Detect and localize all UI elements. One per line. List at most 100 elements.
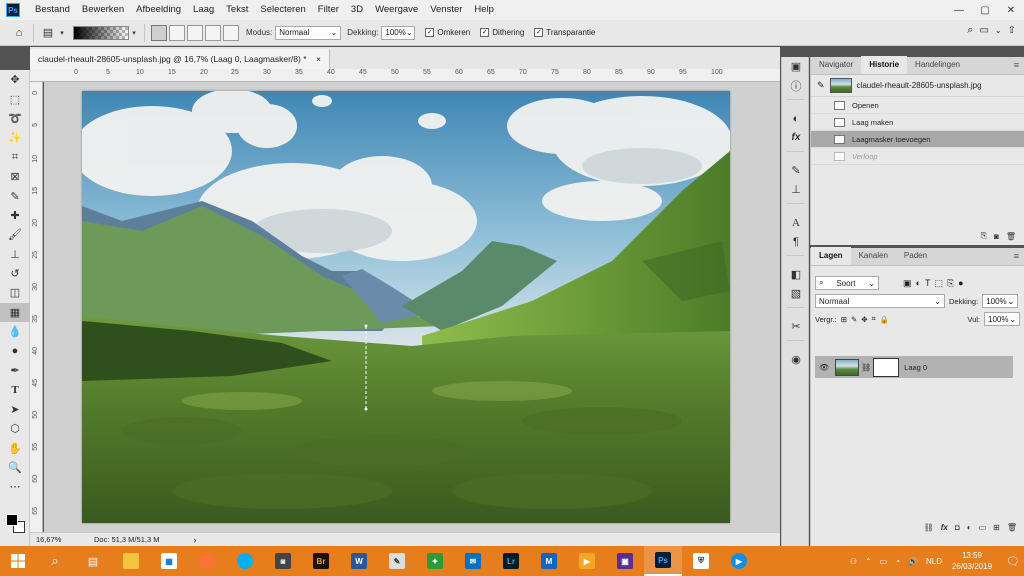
chevron-down-icon[interactable]: ⌄ [995,26,1002,35]
history-source-checkbox[interactable] [817,152,826,161]
menu-afbeelding[interactable]: Afbeelding [130,0,187,20]
magic-wand-tool-icon[interactable]: ✨ [0,128,30,147]
menu-bewerken[interactable]: Bewerken [76,0,130,20]
gradient-tool-icon[interactable]: ▦ [0,302,30,323]
folder-icon[interactable]: ▭ [979,523,987,532]
blur-tool-icon[interactable]: 💧 [0,322,30,341]
status-menu-arrow-icon[interactable]: › [193,535,196,545]
history-source-checkbox[interactable] [817,135,826,144]
lock-transparent-icon[interactable]: ⊞ [841,315,847,324]
clone-stamp-tool-icon[interactable]: ⊥ [0,245,30,264]
color-icon[interactable]: ◐ [782,109,810,128]
brush-tool-icon[interactable]: 🖌 [0,225,30,244]
type-tool-icon[interactable]: T [0,380,30,399]
task-view-icon[interactable]: ▤ [74,546,112,576]
filter-shape-icon[interactable]: ⬚ [934,278,943,289]
skype-icon[interactable] [226,546,264,576]
media-player-icon[interactable]: ▶ [568,546,606,576]
transparency-checkbox[interactable]: ✓ [534,28,544,37]
gradient-dropdown-icon[interactable]: ▾ [129,24,139,42]
horizontal-ruler[interactable]: 0 5 10 15 20 25 30 35 40 45 50 55 60 65 … [30,69,780,82]
lock-artboard-icon[interactable]: ⌗ [872,314,876,324]
photoshop-logo-icon[interactable]: Ps [6,3,20,17]
eyedropper-tool-icon[interactable]: ✎ [0,186,30,205]
marquee-tool-icon[interactable]: ⬚ [0,89,30,108]
path-selection-tool-icon[interactable]: ➤ [0,400,30,419]
workspace-icon[interactable]: ▭ [979,25,988,36]
file-explorer-icon[interactable] [112,546,150,576]
filter-pixel-icon[interactable]: ▣ [903,278,912,289]
fx-icon[interactable]: fx [941,523,948,532]
people-icon[interactable]: ⚇ [850,557,857,566]
eraser-tool-icon[interactable]: ◫ [0,283,30,302]
chevron-down-icon[interactable]: ▾ [57,24,67,42]
new-document-from-state-icon[interactable]: ⎘ [981,231,987,241]
eye-icon[interactable]: 👁 [819,363,831,372]
mode-select[interactable]: Normaal ⌄ [275,25,342,40]
photoshop-taskbar-icon[interactable]: Ps [644,546,682,576]
document-image[interactable] [82,91,730,523]
paragraph-icon[interactable]: ¶ [782,232,810,251]
info-icon[interactable]: ⓘ [782,76,810,95]
menu-laag[interactable]: Laag [187,0,220,20]
firefox-icon[interactable] [188,546,226,576]
outlook-icon[interactable]: ✉ [454,546,492,576]
history-item[interactable]: Laag maken [811,114,1024,131]
fill-field[interactable]: 100% ⌄ [984,312,1020,326]
vertical-ruler[interactable]: 0 5 10 15 20 25 30 35 40 45 50 55 60 65 [30,82,43,532]
history-item-future[interactable]: Verloop [811,148,1024,165]
lasso-tool-icon[interactable]: ➰ [0,109,30,128]
menu-help[interactable]: Help [468,0,500,20]
battery-icon[interactable]: ▭ [880,557,888,566]
hand-tool-icon[interactable]: ✋ [0,438,30,457]
history-source-checkbox[interactable] [817,118,826,127]
tool-presets-icon[interactable]: ✂ [782,317,810,336]
restore-button[interactable]: ▢ [972,0,998,20]
tab-history[interactable]: Historie [861,56,908,74]
reverse-checkbox[interactable]: ✓ [425,28,435,37]
minimize-button[interactable]: — [946,0,972,20]
dither-checkbox[interactable]: ✓ [480,28,490,37]
volume-icon[interactable]: 🔊 [908,557,918,566]
radial-gradient-button[interactable] [169,24,185,41]
mask-icon[interactable]: ◘ [955,523,960,532]
green-app-icon[interactable]: ✦ [416,546,454,576]
crop-tool-icon[interactable]: ⌗ [0,148,30,167]
windows-start-icon[interactable] [0,546,36,576]
lightroom-icon[interactable]: Lr [492,546,530,576]
brush-settings-icon[interactable]: ✎ [782,161,810,180]
styles-icon[interactable]: ▧ [782,284,810,303]
fx-icon[interactable]: fx [782,128,810,147]
store-icon[interactable]: ▦ [150,546,188,576]
notifications-icon[interactable]: 🗨 [1006,555,1020,568]
frame-tool-icon[interactable]: ⊠ [0,167,30,186]
shape-tool-icon[interactable]: ⬡ [0,419,30,438]
tab-layers[interactable]: Lagen [811,247,851,265]
trash-icon[interactable]: 🗑 [1007,523,1017,532]
more-tools-icon[interactable]: ⋯ [0,477,30,496]
clock[interactable]: 13:59 26/03/2019 [952,550,992,572]
search-icon[interactable]: ⌕ [967,24,973,37]
tab-channels[interactable]: Kanalen [851,247,896,265]
pen-tool-icon[interactable]: ✒ [0,361,30,380]
link-icon[interactable]: ⛓ [924,523,934,532]
layer-thumbnail[interactable] [835,358,859,376]
zoom-tool-icon[interactable]: 🔍 [0,458,30,477]
filter-type-icon[interactable]: T [925,278,931,288]
layer-opacity-field[interactable]: 100% ⌄ [982,294,1019,308]
adjustments-icon[interactable]: ◧ [782,265,810,284]
lock-all-icon[interactable]: 🔒 [880,315,889,324]
clone-source-icon[interactable]: ⊥ [782,180,810,199]
lock-position-icon[interactable]: ✥ [861,315,867,324]
menu-selecteren[interactable]: Selecteren [254,0,311,20]
filter-adjustment-icon[interactable]: ◐ [916,278,921,288]
close-button[interactable]: ✕ [998,0,1024,20]
share-icon[interactable]: ⇧ [1008,25,1016,36]
search-icon[interactable]: ⌕ [36,546,74,576]
menu-3d[interactable]: 3D [345,0,369,20]
diamond-gradient-button[interactable] [223,24,239,41]
language-indicator[interactable]: NLD [926,557,942,566]
document-tab[interactable]: claudel-rheault-28605-unsplash.jpg @ 16,… [30,49,330,69]
canvas-area[interactable] [44,82,780,532]
history-snapshot[interactable]: ✎ claudel-rheault-28605-unsplash.jpg [811,75,1024,97]
